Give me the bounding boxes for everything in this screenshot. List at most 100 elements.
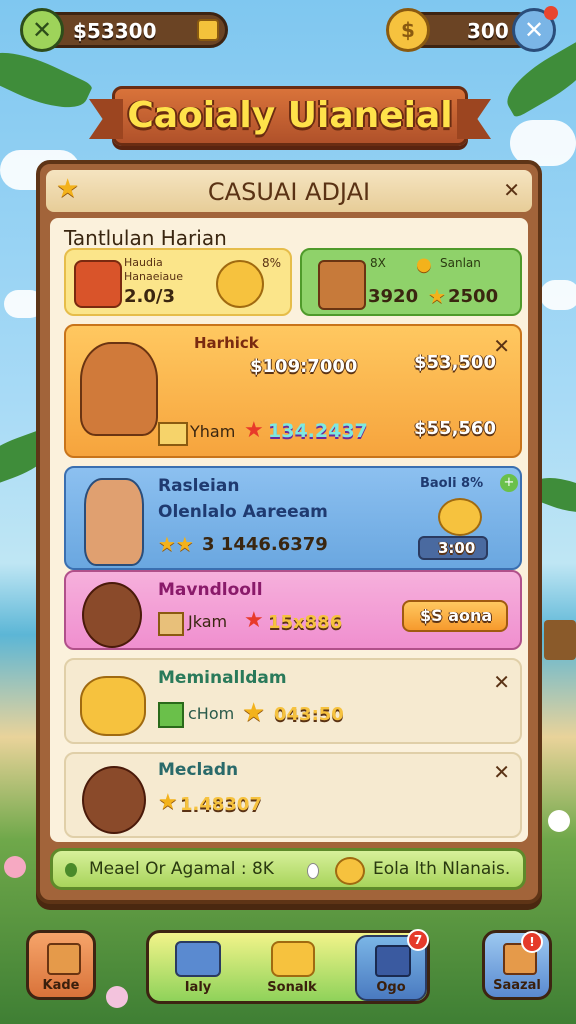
progress-strip[interactable]: Meael Or Agamal : 8K Eola lth Nlanais. xyxy=(50,848,526,890)
title-banner: Caoialy Uianeial xyxy=(89,86,491,146)
nav-label: Ialy xyxy=(184,980,212,995)
coin-value: 300 xyxy=(467,19,509,43)
game-scene: $53300 ✕ 300 $ ✕ Caoialy Uianeial ★ CASU… xyxy=(0,0,576,1024)
claim-button[interactable]: $S aona xyxy=(402,600,508,632)
quest-item-label: cHom xyxy=(188,704,235,723)
coin-icon: ● xyxy=(416,254,432,275)
dot-icon xyxy=(307,863,319,879)
summary-right-value-b: 2500 xyxy=(448,286,499,307)
gift-box-icon xyxy=(375,945,411,977)
quest-item-label: Yham xyxy=(190,422,236,441)
quest-card[interactable]: Meminalldam cHom ★ 043:50 ✕ xyxy=(64,658,522,744)
coin-icon: $ xyxy=(386,8,430,52)
star-icon: ★ xyxy=(428,284,446,308)
panel-title: CASUAI ADJAI xyxy=(207,178,371,206)
nav-season-button[interactable]: Saazal ! xyxy=(482,930,552,1000)
nav-center-bar: Ialy Sonalk Ogo 7 xyxy=(146,929,430,1004)
nav-trade-button[interactable]: Kade xyxy=(26,930,96,1000)
quest-item-label: Jkam xyxy=(188,612,228,631)
notification-badge: ! xyxy=(521,931,543,953)
gold-coin-icon xyxy=(438,498,482,536)
quest-score: 134.2437 xyxy=(268,420,368,442)
quest-card[interactable]: Rasleian Olenlalo Aareeam ★★ 3 1446.6379… xyxy=(64,466,522,570)
nav-label: Ogo xyxy=(376,980,406,995)
game-title: Caoialy Uianeial xyxy=(127,95,453,136)
cash-value: $53300 xyxy=(73,19,157,43)
summary-left-label-b: Hanaeiaue xyxy=(124,270,184,283)
quest-title: Harhick xyxy=(194,334,259,352)
explorer-avatar xyxy=(80,342,158,436)
panel-close-button[interactable]: ✕ xyxy=(503,178,520,202)
nav-label: Sonalk xyxy=(267,980,317,995)
flower-decoration xyxy=(548,810,570,832)
quest-close-button[interactable]: ✕ xyxy=(493,670,510,694)
quest-card[interactable]: Mecladn ★ 1.48307 ✕ xyxy=(64,752,522,838)
cash-icon: ✕ xyxy=(20,8,64,52)
red-star-icon: ★ xyxy=(244,418,264,443)
quest-score: 1.48307 xyxy=(180,794,262,815)
quest-card[interactable]: Mavndlooll Jkam ★ 15x886 $S aona xyxy=(64,570,522,650)
quest-close-button[interactable]: ✕ xyxy=(493,334,510,358)
flower-decoration xyxy=(4,856,26,878)
treasure-chest-icon xyxy=(74,260,122,308)
claim-button-label: $S aona xyxy=(420,606,493,625)
chest-icon xyxy=(47,943,81,975)
plus-badge-icon[interactable]: + xyxy=(500,474,518,492)
quest-panel: ★ CASUAI ADJAI ✕ Tantlulan Harian Haudia… xyxy=(36,160,542,904)
summary-right-value-a: 3920 xyxy=(368,286,419,307)
star-icon: ★★ xyxy=(158,532,194,556)
quest-subtitle: Olenlalo Aareeam xyxy=(158,502,328,522)
quest-corner-label: Baoli 8% xyxy=(420,476,484,491)
coin-pile-icon xyxy=(80,676,146,736)
strip-left-text: Meael Or Agamal : 8K xyxy=(89,859,274,879)
nav-label: Kade xyxy=(42,978,80,993)
quest-title: Meminalldam xyxy=(158,668,287,688)
cloud-decoration xyxy=(540,280,576,310)
panel-header: ★ CASUAI ADJAI ✕ xyxy=(46,170,532,212)
quest-card[interactable]: Harhick $109:7000 $53,500 ✕ Yham ★ 134.2… xyxy=(64,324,522,458)
quest-title: Rasleian xyxy=(158,476,240,496)
runner-avatar xyxy=(84,478,144,566)
nav-label: Saazal xyxy=(493,978,541,993)
nav-store-button[interactable]: Sonalk xyxy=(249,937,335,999)
leaf-icon xyxy=(65,863,77,877)
envelope-icon xyxy=(158,422,188,446)
quest-score: 15x886 xyxy=(268,612,343,633)
quest-title: Mavndlooll xyxy=(158,580,263,600)
beach-hut-decoration xyxy=(544,620,576,660)
quest-reward-top: $53,500 xyxy=(414,352,496,373)
summary-left-value: 2.0/3 xyxy=(124,286,175,307)
green-book-icon xyxy=(158,702,184,728)
coin-stack-icon xyxy=(216,260,264,308)
panel-content: Tantlulan Harian Haudia Hanaeiaue 2.0/3 … xyxy=(50,218,528,842)
panel-subtitle: Tantlulan Harian xyxy=(64,226,227,250)
girl-avatar xyxy=(82,582,142,648)
nav-play-button[interactable]: Ialy xyxy=(155,937,241,999)
star-icon: ★ xyxy=(242,698,266,728)
quest-reward-bottom: $55,560 xyxy=(414,418,496,439)
flower-decoration xyxy=(106,986,128,1008)
girl-avatar xyxy=(82,766,146,834)
quest-reward: 3:00 xyxy=(438,539,476,557)
coin-icon xyxy=(335,857,365,885)
summary-right-label-a: 8X xyxy=(370,256,386,270)
notification-badge: 7 xyxy=(407,929,429,951)
quest-score: 043:50 xyxy=(274,704,344,725)
strip-right-text: Eola lth Nlanais. xyxy=(373,859,511,879)
reward-chip[interactable]: 3:00 xyxy=(418,536,488,560)
summary-card-left[interactable]: Haudia Hanaeiaue 2.0/3 8% xyxy=(64,248,292,316)
star-icon: ★ xyxy=(158,790,178,815)
nav-box-button[interactable]: Ogo 7 xyxy=(355,929,429,1001)
toolbox-icon xyxy=(175,941,221,977)
crate-icon xyxy=(318,260,366,310)
quest-title: Mecladn xyxy=(158,760,239,780)
red-star-icon: ★ xyxy=(244,608,264,633)
quest-amount: $109:7000 xyxy=(250,356,358,377)
gold-pile-icon xyxy=(271,941,315,977)
summary-card-right[interactable]: 8X ● Sanlan 3920 ★ 2500 xyxy=(300,248,522,316)
summary-left-pct: 8% xyxy=(262,256,282,270)
add-cash-button[interactable] xyxy=(197,19,219,41)
quest-score: 3 1446.6379 xyxy=(202,534,328,555)
quest-close-button[interactable]: ✕ xyxy=(493,760,510,784)
notification-dot-icon xyxy=(544,6,558,20)
